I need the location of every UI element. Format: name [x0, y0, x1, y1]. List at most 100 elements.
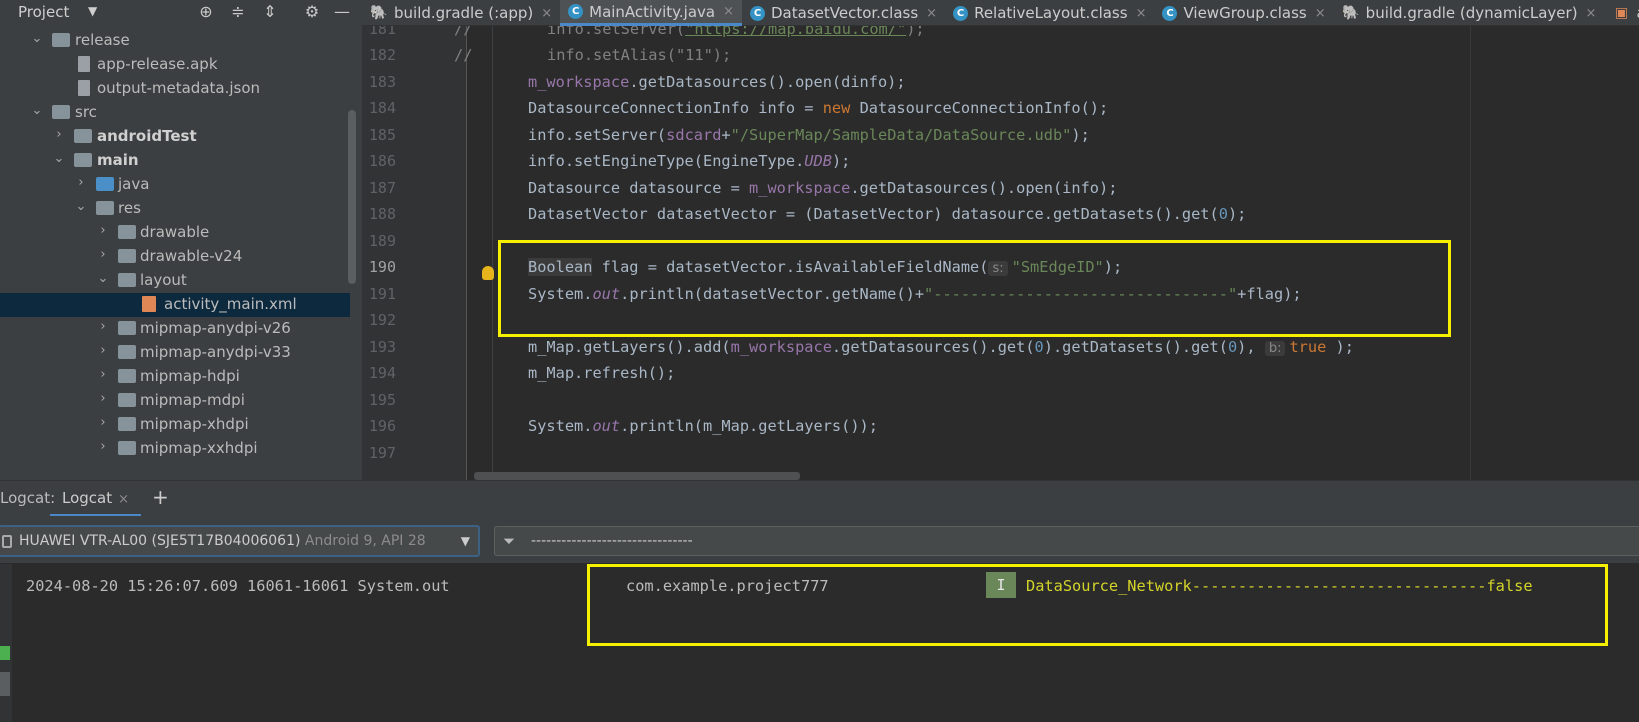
log-gutter	[0, 564, 12, 722]
close-icon[interactable]: ×	[118, 492, 129, 507]
logcat-filter[interactable]: ⏷	[494, 526, 1639, 556]
tree-item-mipmap-anydpi-v33[interactable]: › mipmap-anydpi-v33	[0, 341, 350, 365]
collapse-all-icon[interactable]: ≑	[228, 2, 248, 21]
chevron-right-icon[interactable]: ›	[96, 415, 110, 430]
chevron-down-icon[interactable]: ⌄	[96, 271, 110, 286]
line-number: 184	[368, 99, 396, 117]
lightbulb-icon[interactable]	[482, 266, 494, 280]
code-url[interactable]: "https://map.baidu.com/"	[685, 26, 906, 38]
gear-icon[interactable]: ⚙	[302, 2, 322, 21]
tab-activity-main[interactable]: ▣ act	[1604, 0, 1639, 26]
tab-dataset-vector[interactable]: C DatasetVector.class ×	[742, 0, 945, 26]
chevron-right-icon[interactable]: ›	[96, 343, 110, 358]
tree-item-label: output-metadata.json	[97, 79, 261, 97]
tree-item-mipmap-anydpi-v26[interactable]: › mipmap-anydpi-v26	[0, 317, 350, 341]
tree-item-drawable-v24[interactable]: › drawable-v24	[0, 245, 350, 269]
chevron-right-icon[interactable]: ›	[96, 439, 110, 454]
code-line: DatasetVector datasetVector = (DatasetVe…	[528, 205, 1246, 223]
funnel-icon[interactable]: ⏷	[503, 532, 515, 550]
tree-item-app-release-apk[interactable]: app-release.apk	[0, 53, 350, 77]
chevron-right-icon[interactable]: ›	[96, 223, 110, 238]
chevron-right-icon[interactable]: ›	[52, 127, 66, 142]
chevron-down-icon[interactable]: ⌄	[30, 103, 44, 118]
code-token: Datasource datasource =	[528, 179, 750, 197]
tab-label: build.gradle (dynamicLayer)	[1365, 4, 1578, 22]
folder-icon	[74, 129, 92, 143]
chevron-down-icon[interactable]: ⌄	[52, 151, 66, 166]
tab-build-gradle-dynamic-layer[interactable]: 🐘 build.gradle (dynamicLayer) ×	[1334, 0, 1605, 26]
project-tree: ⌄ release app-release.apk output-metadat…	[0, 26, 362, 480]
tree-item-java[interactable]: › java	[0, 173, 350, 197]
expand-all-icon[interactable]: ⇕	[260, 2, 280, 21]
tree-item-mipmap-mdpi[interactable]: › mipmap-mdpi	[0, 389, 350, 413]
chevron-right-icon[interactable]: ›	[96, 367, 110, 382]
code-token: );	[906, 26, 925, 38]
tree-scrollbar[interactable]	[348, 110, 356, 284]
tree-item-label: main	[97, 151, 139, 169]
chevron-right-icon[interactable]: ›	[96, 391, 110, 406]
tab-main-activity[interactable]: C MainActivity.java ×	[560, 0, 742, 26]
tree-item-layout[interactable]: ⌄ layout	[0, 269, 350, 293]
tab-logcat[interactable]: Logcat ×	[50, 481, 142, 517]
close-icon[interactable]: ×	[1586, 6, 1597, 21]
tree-item-android-test[interactable]: › androidTest	[0, 125, 350, 149]
side-scroll-icon[interactable]	[0, 672, 10, 696]
minimize-icon[interactable]: —	[332, 2, 352, 21]
chevron-right-icon[interactable]: ›	[96, 319, 110, 334]
chevron-down-icon[interactable]: ▼	[88, 4, 97, 18]
indent-guide	[492, 26, 493, 480]
tree-item-activity-main-xml[interactable]: activity_main.xml	[0, 293, 350, 317]
tree-item-mipmap-xhdpi[interactable]: › mipmap-xhdpi	[0, 413, 350, 437]
device-selector[interactable]: HUAWEI VTR-AL00 (SJE5T17B04006061) Andro…	[0, 525, 480, 557]
close-icon[interactable]: ×	[1136, 6, 1147, 21]
line-number: 185	[368, 126, 396, 144]
code-token: DatasourceConnectionInfo info =	[528, 99, 823, 117]
device-icon	[2, 535, 12, 548]
chevron-right-icon[interactable]: ›	[74, 175, 88, 190]
device-api: Android 9, API 28	[300, 533, 426, 549]
tree-item-src[interactable]: ⌄ src	[0, 101, 350, 125]
close-icon[interactable]: ×	[541, 6, 552, 21]
editor-horizontal-scrollbar[interactable]	[474, 472, 800, 480]
chevron-right-icon[interactable]: ›	[96, 247, 110, 262]
resource-folder-icon	[96, 201, 114, 215]
code-token: );	[712, 46, 732, 64]
locate-icon[interactable]: ⊕	[196, 2, 216, 21]
tree-item-release[interactable]: ⌄ release	[0, 29, 350, 53]
filter-input[interactable]	[531, 531, 1131, 551]
tree-item-mipmap-hdpi[interactable]: › mipmap-hdpi	[0, 365, 350, 389]
chevron-down-icon[interactable]: ▼	[461, 534, 470, 548]
code-comment: //	[454, 46, 473, 64]
tree-item-res[interactable]: ⌄ res	[0, 197, 350, 221]
tree-item-label: activity_main.xml	[164, 295, 297, 313]
tree-item-drawable[interactable]: › drawable	[0, 221, 350, 245]
tree-item-mipmap-xxhdpi[interactable]: › mipmap-xxhdpi	[0, 437, 350, 461]
line-number: 182	[368, 46, 396, 64]
tree-item-label: release	[75, 31, 130, 49]
chevron-down-icon[interactable]: ⌄	[74, 199, 88, 214]
tab-view-group[interactable]: C ViewGroup.class ×	[1154, 0, 1333, 26]
code-field: m_workspace	[730, 338, 832, 356]
tab-build-gradle-app[interactable]: 🐘 build.gradle (:app) ×	[362, 0, 560, 26]
code-token: .getDatasources().open(dinfo);	[629, 73, 906, 91]
code-token: );	[1227, 205, 1247, 223]
line-number: 186	[368, 152, 396, 170]
code-field: m_workspace	[528, 73, 630, 91]
tab-label: build.gradle (:app)	[394, 4, 534, 22]
close-icon[interactable]: ×	[723, 4, 734, 19]
add-tab-button[interactable]: +	[152, 485, 169, 509]
tree-item-main[interactable]: ⌄ main	[0, 149, 350, 173]
close-icon[interactable]: ×	[1315, 6, 1326, 21]
top-bar: Project ▼ ⊕ ≑ ⇕ ⚙ — 🐘 build.gradle (:app…	[0, 0, 1639, 26]
code-line: DatasourceConnectionInfo info = new Data…	[528, 99, 1108, 117]
project-view-selector[interactable]: Project	[18, 3, 69, 21]
code-token: ).getDatasets().get(	[1043, 338, 1228, 356]
code-token: .println(m_Map.getLayers());	[620, 417, 878, 435]
line-number: 189	[368, 232, 396, 250]
tab-relative-layout[interactable]: C RelativeLayout.class ×	[945, 0, 1154, 26]
tree-item-label: app-release.apk	[97, 55, 218, 73]
close-icon[interactable]: ×	[926, 6, 937, 21]
tree-item-output-metadata[interactable]: output-metadata.json	[0, 77, 350, 101]
chevron-down-icon[interactable]: ⌄	[30, 31, 44, 46]
code-line: Datasource datasource = m_workspace.getD…	[528, 179, 1117, 197]
